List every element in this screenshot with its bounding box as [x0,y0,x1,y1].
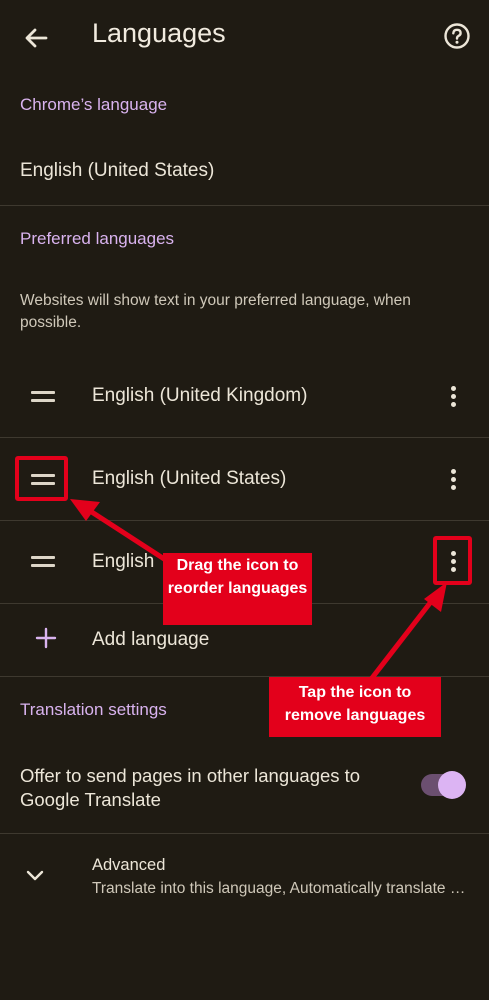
divider [0,205,489,206]
drag-handle-icon[interactable] [31,391,55,403]
advanced-title[interactable]: Advanced [92,856,165,875]
language-item-label: English (United States) [92,468,287,489]
more-options-icon[interactable] [448,386,458,410]
divider [0,520,489,521]
help-button[interactable] [441,21,473,53]
chrome-language-item[interactable]: English (United States) [20,160,214,182]
arrow-left-icon [25,28,48,48]
help-circle-icon [444,23,470,49]
chevron-down-icon[interactable] [24,868,46,884]
offer-translate-label: Offer to send pages in other languages t… [20,765,361,810]
preferred-languages-description: Websites will show text in your preferre… [20,292,411,331]
highlight-box-drag-handle [15,456,68,501]
add-icon [34,626,58,650]
language-item-label: English [92,551,155,572]
toggle-knob [438,771,466,799]
highlight-box-more-options [433,536,472,585]
annotation-arrows [70,499,447,681]
add-language-button[interactable]: Add language [92,629,209,651]
callout-tap-to-remove: Tap the icon to remove languages [269,677,441,737]
section-title-chrome-language: Chrome’s language [20,95,168,114]
advanced-subtitle: Translate into this language, Automatica… [92,880,468,897]
section-title-preferred-languages: Preferred languages [20,229,175,248]
language-item-label: English (United Kingdom) [92,385,308,406]
more-options-icon[interactable] [448,469,458,493]
callout-drag-to-reorder: Drag the icon to reorder languages [163,553,312,625]
divider [0,833,489,834]
divider [0,437,489,438]
page-title: Languages [92,18,226,48]
drag-handle-icon[interactable] [31,556,55,568]
back-button[interactable] [20,22,52,54]
section-title-translation-settings: Translation settings [20,700,167,719]
